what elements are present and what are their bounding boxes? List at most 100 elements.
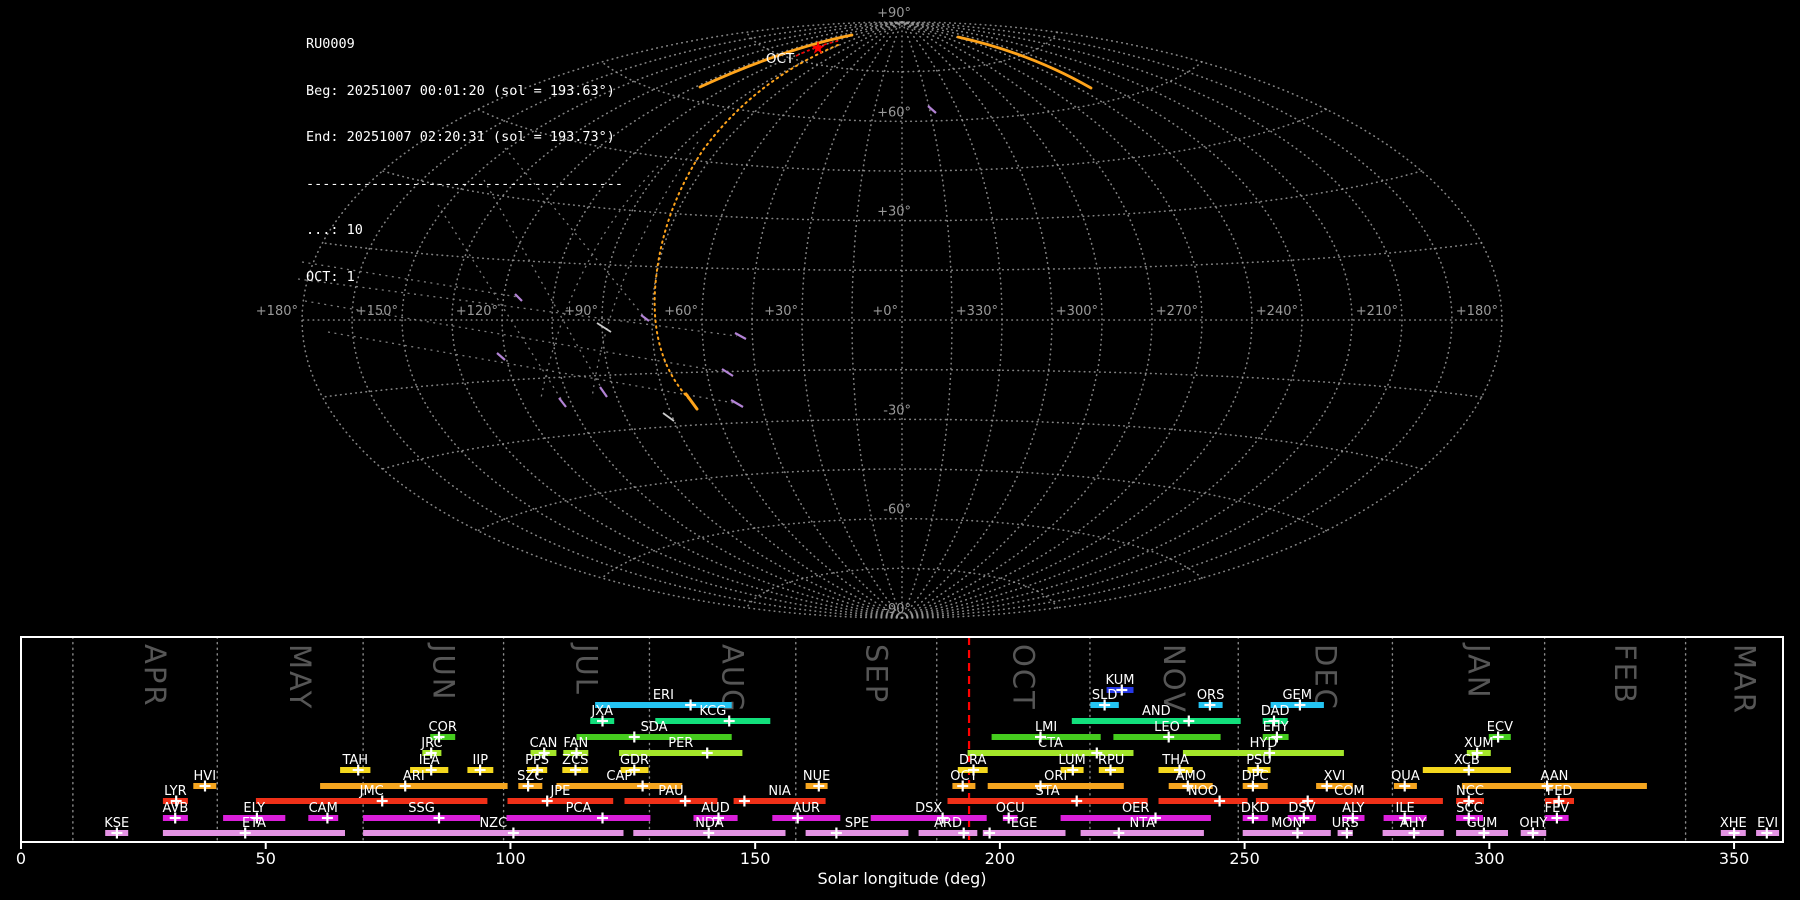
- shower-code-label: ERI: [653, 688, 674, 703]
- shower-code-label: XUM: [1464, 736, 1494, 751]
- x-axis-title: Solar longitude (deg): [818, 869, 987, 888]
- shower-code-label: OCU: [996, 801, 1025, 816]
- figure-canvas: RU0009 Beg: 20251007 00:01:20 (sol = 193…: [0, 0, 1800, 900]
- shower-code-label: JMC: [359, 784, 384, 799]
- shower-code-label: PCA: [566, 801, 592, 816]
- shower-code-label: ARD: [934, 816, 962, 831]
- shower-code-label: PER: [668, 736, 693, 751]
- shower-code-label: NIA: [768, 784, 791, 799]
- month-label: MAY: [283, 644, 317, 710]
- meteor-segment: [662, 412, 675, 422]
- shower-code-label: CAM: [309, 801, 338, 816]
- meteor-tick: [496, 352, 506, 361]
- map-longitude-label: +240°: [1256, 304, 1298, 319]
- shower-meteor-segment: [684, 392, 699, 411]
- shower-code-label: DKD: [1241, 801, 1270, 816]
- x-axis-tick-label: 350: [1719, 849, 1750, 868]
- sporadic-trail: [327, 331, 735, 404]
- shower-code-label: NOO: [1188, 784, 1218, 799]
- meteor-tick: [599, 386, 608, 398]
- shower-code-label: JPE: [549, 784, 570, 799]
- map-latitude-label: -90°: [883, 602, 911, 617]
- shower-code-label: SZC: [517, 769, 543, 784]
- sporadic-count-line: ...: 10: [306, 222, 363, 238]
- shower-code-label: DSV: [1288, 801, 1315, 816]
- shower-code-label: ECV: [1487, 720, 1513, 735]
- map-latitude-label: +90°: [877, 6, 911, 21]
- map-longitude-label: +300°: [1056, 304, 1098, 319]
- observation-info-panel: RU0009 Beg: 20251007 00:01:20 (sol = 193…: [306, 6, 623, 316]
- x-axis-tick-label: 200: [985, 849, 1016, 868]
- map-longitude-label: +60°: [664, 304, 698, 319]
- map-longitude-label: +210°: [1356, 304, 1398, 319]
- shower-code-label: KCG: [699, 704, 726, 719]
- meteor-tick: [721, 368, 734, 377]
- shower-count-line: OCT: 1: [306, 268, 355, 285]
- month-label: DEC: [1308, 644, 1342, 711]
- map-longitude-label: +180°: [1456, 304, 1498, 319]
- shower-code-label: COR: [429, 720, 457, 735]
- shower-code-label: CAP: [606, 769, 632, 784]
- begin-time-line: Beg: 20251007 00:01:20 (sol = 193.63°): [306, 82, 615, 99]
- month-label: APR: [138, 644, 172, 707]
- meteor-tick: [558, 397, 567, 408]
- shower-code-label: ELY: [243, 801, 265, 816]
- map-latitude-label: -30°: [883, 403, 911, 418]
- map-latitude-label: +30°: [877, 205, 911, 220]
- map-latitude-label: +60°: [877, 105, 911, 120]
- x-axis-tick-label: 50: [256, 849, 276, 868]
- station-id: RU0009: [306, 36, 355, 52]
- x-axis-tick-label: 0: [16, 849, 26, 868]
- shower-code-label: OER: [1122, 801, 1149, 816]
- month-label: OCT: [1006, 644, 1040, 711]
- month-label: JAN: [1462, 642, 1496, 700]
- x-axis-tick-label: 100: [495, 849, 526, 868]
- shower-code-label: PAU: [658, 784, 683, 799]
- shower-radiant-label: OCT: [766, 51, 795, 67]
- radiant-map-and-activity-plot: +180° +150° +120° +90° +60° +30° +0° +330° +300°…: [16, 6, 1784, 888]
- end-time-line: End: 20251007 02:20:31 (sol = 193.73°): [306, 129, 615, 145]
- shower-code-label: SPE: [845, 816, 869, 831]
- month-label: JUL: [570, 642, 604, 696]
- map-longitude-label: +270°: [1156, 304, 1198, 319]
- shower-code-label: AAN: [1540, 769, 1568, 784]
- shower-code-label: ORI: [1044, 769, 1067, 784]
- map-grid-meridian: [901, 21, 1253, 619]
- shower-code-label: OCT: [950, 769, 977, 784]
- month-label: SEP: [859, 644, 893, 704]
- month-label: MAR: [1727, 644, 1761, 715]
- shower-code-label: GUM: [1467, 816, 1498, 831]
- map-longitude-label: +180°: [256, 304, 298, 319]
- shower-code-label: NTA: [1130, 816, 1156, 831]
- shower-code-label: CTA: [1038, 736, 1063, 751]
- shower-code-label: PSU: [1246, 753, 1272, 768]
- shower-code-label: DAD: [1261, 704, 1290, 719]
- meteor-segment: [596, 322, 612, 333]
- x-axis-tick-label: 250: [1229, 849, 1260, 868]
- map-grid-meridian: [901, 21, 1353, 619]
- shower-code-label: AMO: [1176, 769, 1206, 784]
- shower-code-label: AUD: [701, 801, 729, 816]
- shower-code-label: SSG: [408, 801, 435, 816]
- shower-code-label: HYD: [1250, 736, 1278, 751]
- map-longitude-label: +330°: [956, 304, 998, 319]
- shower-code-label: XCB: [1454, 753, 1480, 768]
- shower-code-label: LEO: [1154, 720, 1180, 735]
- shower-code-label: DPC: [1242, 769, 1269, 784]
- shower-code-label: TAH: [341, 753, 368, 768]
- shower-code-label: NZC: [479, 816, 507, 831]
- shower-code-label: STA: [1036, 784, 1060, 799]
- shower-code-label: EGE: [1011, 816, 1038, 831]
- map-longitude-label: +0°: [872, 304, 898, 319]
- map-longitude-label: +30°: [764, 304, 798, 319]
- shower-code-label: KUM: [1106, 673, 1135, 688]
- shower-code-label: IEA: [419, 753, 440, 768]
- meteor-tick: [730, 399, 744, 408]
- shower-code-label: THA: [1161, 753, 1189, 768]
- shower-code-label: NUE: [803, 769, 830, 784]
- shower-code-label: URS: [1332, 816, 1359, 831]
- separator-line: ---------------------------------------: [306, 175, 623, 192]
- x-axis-tick-label: 300: [1474, 849, 1505, 868]
- shower-code-label: EHY: [1263, 720, 1289, 735]
- month-label: FEB: [1608, 644, 1642, 705]
